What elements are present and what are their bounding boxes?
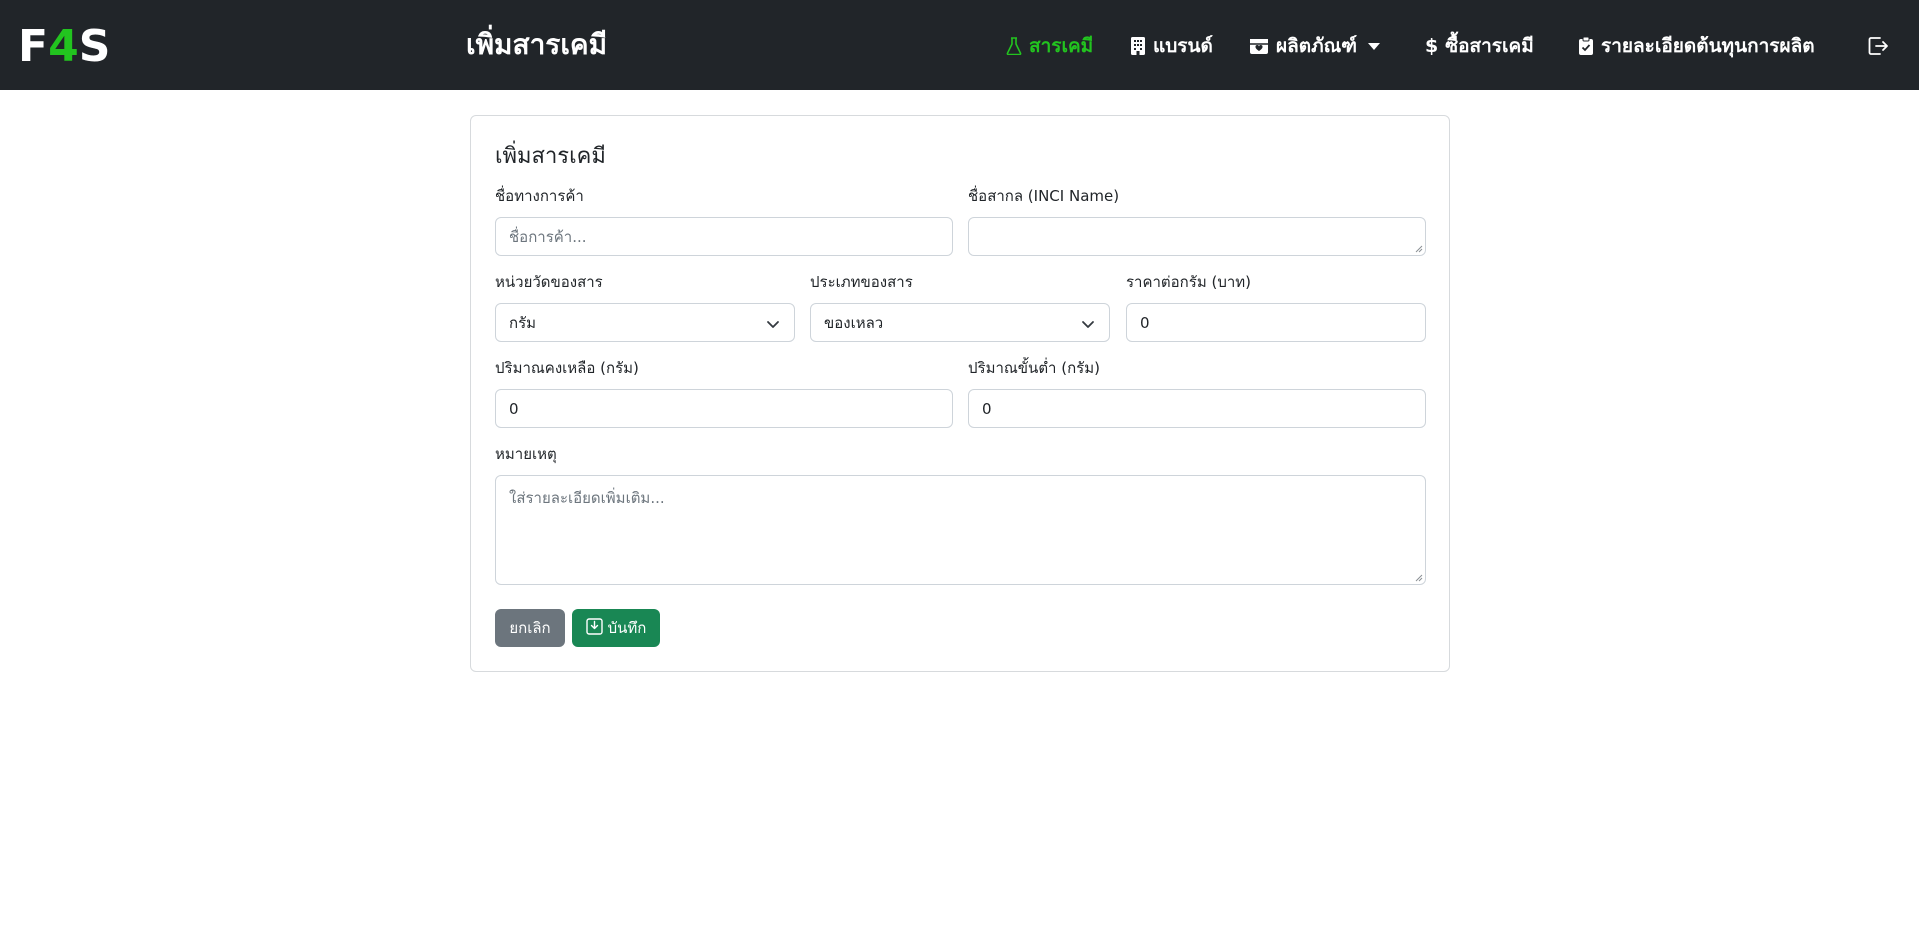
unit-select[interactable]: กรัม <box>495 303 795 342</box>
type-selected-value: ของเหลว <box>824 313 884 332</box>
chevron-down-icon <box>1368 42 1381 50</box>
inci-name-input[interactable] <box>968 217 1426 256</box>
trade-name-label: ชื่อทางการค้า <box>495 187 584 205</box>
nav-item-chemicals[interactable]: สารเคมี <box>1006 32 1093 60</box>
stock-value: 0 <box>509 399 519 418</box>
chevron-down-icon <box>767 321 779 328</box>
nav-item-purchase-chemicals[interactable]: $ ซื้อสารเคมี <box>1425 32 1534 60</box>
box-arrow-right-icon <box>1866 37 1890 62</box>
type-select[interactable]: ของเหลว <box>810 303 1110 342</box>
nav-item-label: ซื้อสารเคมี <box>1445 35 1534 57</box>
nav-item-products-dropdown[interactable]: ผลิตภัณฑ์ <box>1249 32 1381 60</box>
dollar-icon: $ <box>1425 35 1439 57</box>
stock-label: ปริมาณคงเหลือ (กรัม) <box>495 359 639 377</box>
add-chemical-card: เพิ่มสารเคมี ชื่อทางการค้า ชื่อการค้า...… <box>470 115 1450 672</box>
nav-item-label: แบรนด์ <box>1153 35 1213 57</box>
nav-item-production-cost[interactable]: รายละเอียดต้นทุนการผลิต <box>1578 32 1815 60</box>
price-label: ราคาต่อกรัม (บาท) <box>1126 273 1252 291</box>
note-label: หมายเหตุ <box>495 445 557 463</box>
minimum-input[interactable]: 0 <box>968 389 1426 428</box>
unit-selected-value: กรัม <box>509 313 537 332</box>
cancel-button[interactable]: ยกเลิก <box>495 609 565 647</box>
stock-input[interactable]: 0 <box>495 389 953 428</box>
trade-name-placeholder: ชื่อการค้า... <box>509 227 587 246</box>
nav-item-label: ผลิตภัณฑ์ <box>1276 35 1358 57</box>
form-title: เพิ่มสารเคมี <box>495 144 606 169</box>
building-icon <box>1130 36 1146 56</box>
logout-button[interactable] <box>1866 34 1890 58</box>
save-icon <box>585 617 603 639</box>
resize-handle-icon[interactable] <box>1415 245 1423 253</box>
flask-icon <box>1006 37 1022 55</box>
page-title: เพิ่มสารเคมี <box>466 28 608 61</box>
logo-letter-4: 4 <box>48 21 79 72</box>
box-seam-icon <box>1249 37 1269 55</box>
note-placeholder: ใส่รายละเอียดเพิ่มเติม... <box>509 489 665 507</box>
unit-label: หน่วยวัดของสาร <box>495 273 603 291</box>
type-label: ประเภทของสาร <box>810 273 913 291</box>
trade-name-input[interactable]: ชื่อการค้า... <box>495 217 953 256</box>
nav-item-label: สารเคมี <box>1029 35 1094 57</box>
nav-item-label: รายละเอียดต้นทุนการผลิต <box>1601 35 1815 57</box>
save-button[interactable]: บันทึก <box>572 609 660 647</box>
price-value: 0 <box>1140 313 1150 332</box>
minimum-value: 0 <box>982 399 992 418</box>
inci-name-label: ชื่อสากล (INCI Name) <box>968 187 1120 205</box>
cancel-button-label: ยกเลิก <box>509 619 551 637</box>
app-logo[interactable]: F4S <box>18 22 110 72</box>
clipboard-check-icon <box>1578 36 1594 56</box>
top-navbar: F4S เพิ่มสารเคมี สารเคมี แบรนด์ ผลิตภัณฑ… <box>0 0 1919 90</box>
note-textarea[interactable]: ใส่รายละเอียดเพิ่มเติม... <box>495 475 1426 585</box>
logo-letter-f: F <box>18 21 49 72</box>
save-button-label: บันทึก <box>607 619 647 637</box>
price-input[interactable]: 0 <box>1126 303 1426 342</box>
logo-letter-s: S <box>78 21 111 72</box>
chevron-down-icon <box>1082 321 1094 328</box>
minimum-label: ปริมาณขั้นต่ำ (กรัม) <box>968 359 1100 377</box>
resize-handle-icon[interactable] <box>1415 574 1423 582</box>
nav-item-brands[interactable]: แบรนด์ <box>1130 32 1213 60</box>
